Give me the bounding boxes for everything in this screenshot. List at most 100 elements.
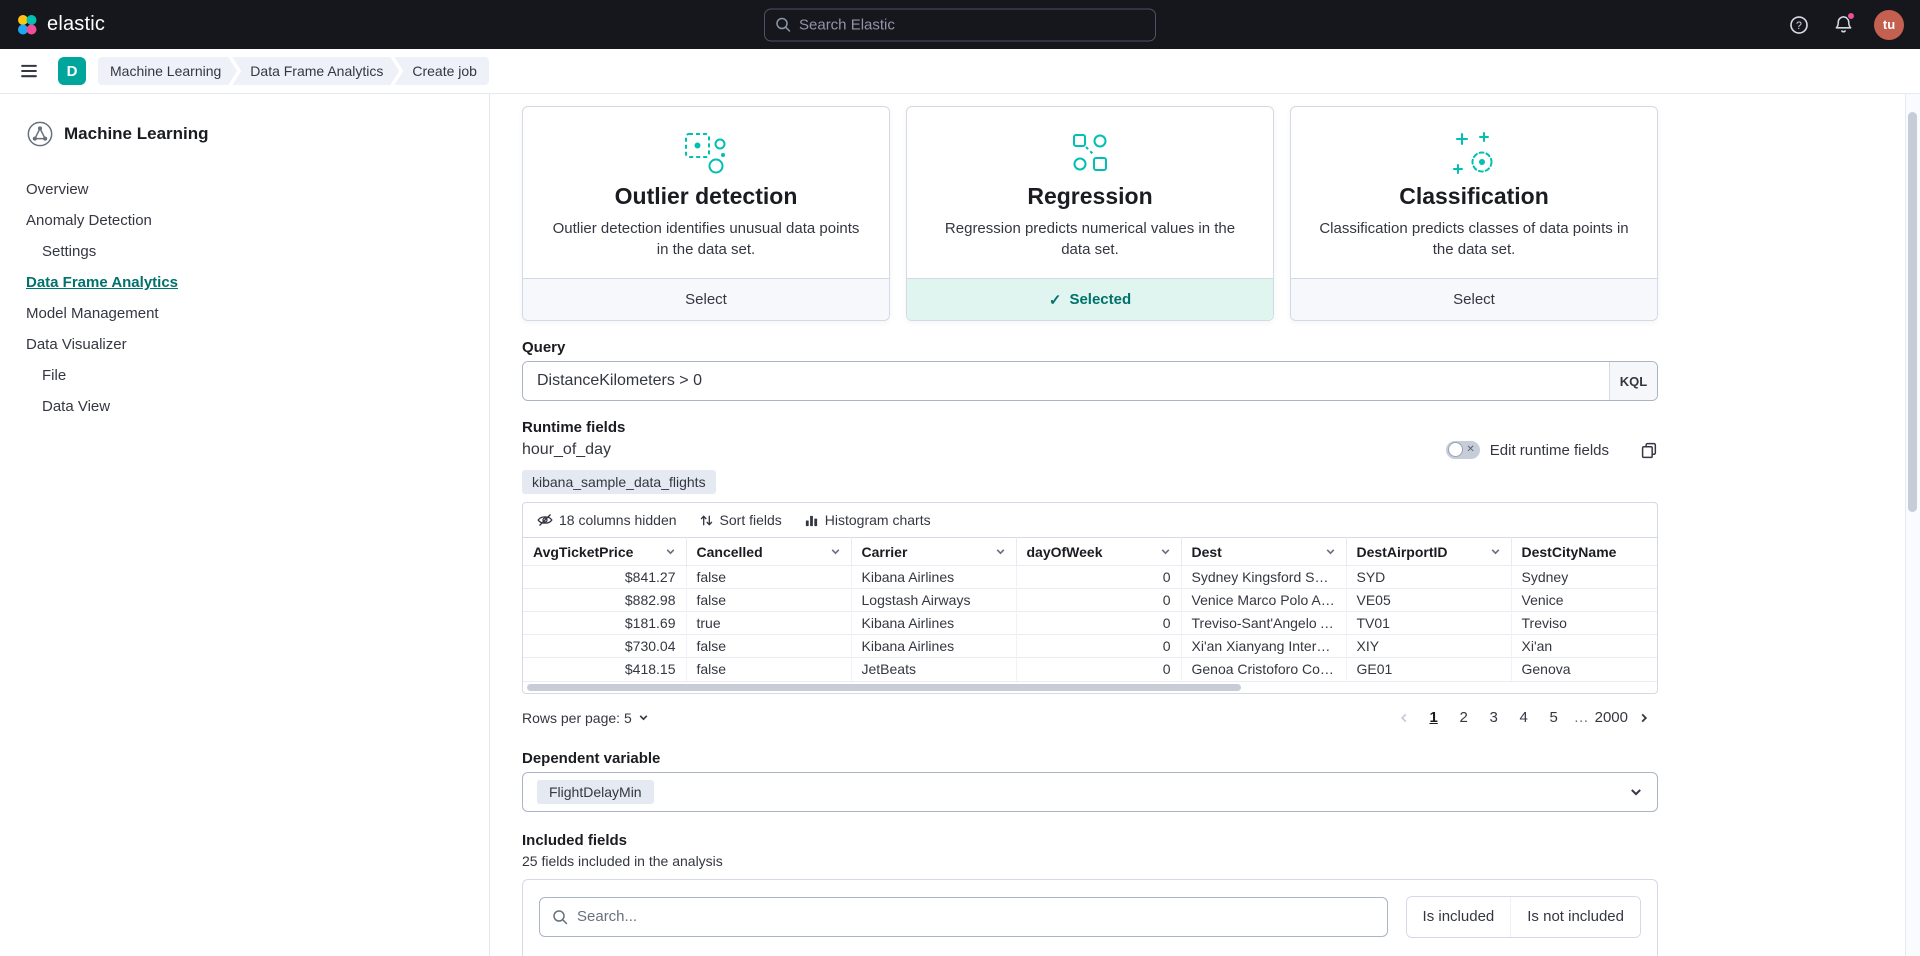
card-classification[interactable]: Classification Classification predicts c…: [1290, 106, 1658, 321]
column-header-dayofweek[interactable]: dayOfWeek: [1027, 544, 1171, 560]
query-label: Query: [522, 339, 1658, 356]
columns-hidden-label: 18 columns hidden: [559, 512, 677, 528]
dependent-variable-select[interactable]: FlightDelayMin: [522, 772, 1658, 812]
chevron-down-icon[interactable]: [830, 546, 841, 557]
cell: Venice Marco Polo Airport: [1181, 589, 1346, 612]
cell: 0: [1016, 612, 1181, 635]
help-icon[interactable]: ?: [1786, 12, 1812, 38]
sidebar-item-overview[interactable]: Overview: [26, 174, 256, 205]
horizontal-scrollbar-thumb[interactable]: [527, 684, 1241, 691]
select-classification-button[interactable]: Select: [1291, 278, 1657, 320]
page-button-1[interactable]: 1: [1420, 704, 1448, 732]
page-button-3[interactable]: 3: [1480, 704, 1508, 732]
fields-search-input[interactable]: [577, 908, 1375, 925]
cell: 0: [1016, 658, 1181, 681]
sidebar-item-data-visualizer[interactable]: Data Visualizer: [26, 329, 256, 360]
column-header-cancelled[interactable]: Cancelled: [697, 544, 841, 560]
cell: false: [686, 658, 851, 681]
page-button-5[interactable]: 5: [1540, 704, 1568, 732]
cell: Sydney: [1511, 566, 1657, 589]
sort-fields-button[interactable]: Sort fields: [691, 508, 790, 532]
page-button-last[interactable]: 2000: [1595, 704, 1628, 732]
card-description: Regression predicts numerical values in …: [933, 218, 1247, 260]
included-fields-panel: Is included Is not included Field name M…: [522, 879, 1658, 956]
sidebar-item-data-view[interactable]: Data View: [26, 391, 256, 422]
search-icon: [775, 17, 791, 33]
chevron-down-icon[interactable]: [1490, 546, 1501, 557]
filter-is-not-included-button[interactable]: Is not included: [1510, 897, 1640, 937]
sidebar-item-settings[interactable]: Settings: [26, 236, 256, 267]
card-regression[interactable]: Regression Regression predicts numerical…: [906, 106, 1274, 321]
page-button-4[interactable]: 4: [1510, 704, 1538, 732]
column-header-destairportid[interactable]: DestAirportID: [1357, 544, 1501, 560]
ml-sidebar: Machine Learning Overview Anomaly Detect…: [0, 94, 490, 956]
card-description: Outlier detection identifies unusual dat…: [549, 218, 863, 260]
regression-icon: [933, 129, 1247, 179]
columns-hidden-button[interactable]: 18 columns hidden: [529, 508, 685, 532]
global-header: elastic ?: [0, 0, 1920, 49]
rows-per-page-button[interactable]: Rows per page: 5: [522, 710, 649, 726]
breadcrumb-machine-learning[interactable]: Machine Learning: [98, 57, 237, 85]
sidebar-header: Machine Learning: [26, 120, 256, 148]
fields-filter-group: Is included Is not included: [1406, 896, 1641, 938]
sidebar-item-file[interactable]: File: [26, 360, 256, 391]
chevron-down-icon[interactable]: [995, 546, 1006, 557]
brand-name: elastic: [47, 13, 105, 36]
select-outlier-detection-button[interactable]: Select: [523, 278, 889, 320]
regression-selected-button[interactable]: ✓ Selected: [907, 278, 1273, 320]
histogram-icon: [804, 513, 819, 528]
sidebar-item-model-management[interactable]: Model Management: [26, 298, 256, 329]
previous-page-icon[interactable]: [1390, 704, 1418, 732]
filter-is-included-button[interactable]: Is included: [1407, 897, 1511, 937]
breadcrumb-bar: D Machine Learning Data Frame Analytics …: [0, 49, 1920, 94]
card-outlier-detection[interactable]: Outlier detection Outlier detection iden…: [522, 106, 890, 321]
notifications-bell-icon[interactable]: [1830, 12, 1856, 38]
cell: Kibana Airlines: [851, 635, 1016, 658]
column-header-destcityname[interactable]: DestCityName: [1522, 544, 1648, 560]
breadcrumb-data-frame-analytics[interactable]: Data Frame Analytics: [232, 57, 399, 85]
card-action-label: Selected: [1069, 291, 1131, 308]
user-avatar[interactable]: tu: [1874, 10, 1904, 40]
hamburger-menu-icon[interactable]: [12, 54, 46, 88]
cell: 0: [1016, 589, 1181, 612]
histogram-charts-button[interactable]: Histogram charts: [796, 508, 939, 532]
pagination-row: Rows per page: 5 1 2 3 4 5: [522, 704, 1658, 732]
cell: Xi'an: [1511, 635, 1657, 658]
page-button-2[interactable]: 2: [1450, 704, 1478, 732]
rows-per-page-label: Rows per page: 5: [522, 710, 632, 726]
breadcrumb-create-job[interactable]: Create job: [394, 57, 489, 85]
cell: JetBeats: [851, 658, 1016, 681]
classification-icon: [1317, 129, 1631, 179]
included-fields-summary: 25 fields included in the analysis: [522, 853, 1658, 869]
vertical-scrollbar-thumb[interactable]: [1908, 112, 1917, 512]
card-title: Outlier detection: [549, 183, 863, 210]
edit-runtime-fields-toggle[interactable]: ✕: [1446, 441, 1480, 459]
chevron-down-icon[interactable]: [1160, 546, 1171, 557]
cell: Kibana Airlines: [851, 612, 1016, 635]
column-header-carrier[interactable]: Carrier: [862, 544, 1006, 560]
main-content: Outlier detection Outlier detection iden…: [490, 94, 1920, 956]
copy-icon[interactable]: [1641, 442, 1658, 459]
elastic-home-link[interactable]: elastic: [16, 13, 105, 36]
eye-closed-icon: [537, 512, 553, 528]
column-header-avgticketprice[interactable]: AvgTicketPrice: [533, 544, 676, 560]
sidebar-item-data-frame-analytics[interactable]: Data Frame Analytics: [26, 267, 256, 298]
close-icon: ✕: [1466, 442, 1474, 458]
column-header-dest[interactable]: Dest: [1192, 544, 1336, 560]
query-input[interactable]: [523, 362, 1609, 400]
kibana-app: elastic ?: [0, 0, 1920, 956]
runtime-fields-label: Runtime fields: [522, 419, 1658, 436]
chevron-down-icon[interactable]: [665, 546, 676, 557]
space-avatar[interactable]: D: [58, 57, 86, 85]
search-icon: [552, 909, 568, 925]
chevron-down-icon[interactable]: [1325, 546, 1336, 557]
next-page-icon[interactable]: [1630, 704, 1658, 732]
card-action-label: Select: [1453, 291, 1495, 308]
cell: Treviso-Sant'Angelo Airport: [1181, 612, 1346, 635]
global-search-input[interactable]: [799, 16, 1145, 33]
sidebar-item-anomaly-detection[interactable]: Anomaly Detection: [26, 205, 256, 236]
table-row: $730.04 false Kibana Airlines 0 Xi'an Xi…: [523, 635, 1657, 658]
kql-language-button[interactable]: KQL: [1609, 362, 1657, 400]
elastic-logo-icon: [16, 14, 38, 36]
dependent-variable-label: Dependent variable: [522, 750, 1658, 767]
